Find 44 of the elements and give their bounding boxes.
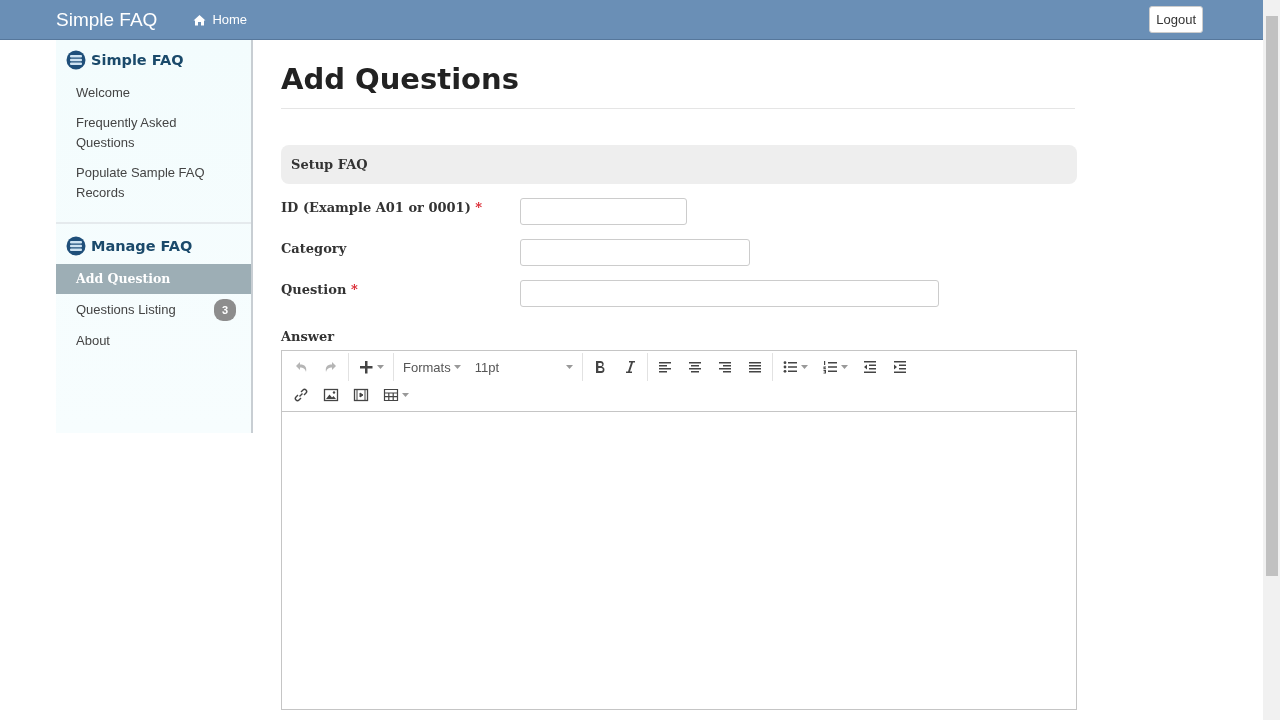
sidebar-item[interactable]: Questions Listing 3	[56, 294, 251, 326]
field-label: Category	[281, 240, 348, 258]
sidebar-item[interactable]: Welcome	[56, 78, 251, 108]
field-label: ID (Example A01 or 0001) *	[281, 199, 484, 217]
sidebar-item[interactable]: About	[56, 326, 251, 356]
home-icon	[193, 13, 207, 26]
logout-button[interactable]: Logout	[1149, 6, 1203, 33]
numbered-list-icon	[821, 359, 838, 375]
input-field[interactable]	[520, 239, 750, 266]
field-label: Answer	[281, 329, 336, 344]
scrollbar[interactable]	[1263, 0, 1280, 720]
item-label: Questions Listing	[76, 301, 176, 319]
section-heading: Manage FAQ	[91, 238, 193, 254]
caret-icon	[565, 365, 573, 369]
table-icon	[383, 387, 399, 403]
align-right-icon	[716, 359, 733, 375]
input-field[interactable]	[520, 280, 939, 307]
bullet-list-icon	[781, 359, 798, 375]
align-center-icon	[686, 359, 703, 375]
sidebar-item[interactable]: Frequently Asked Questions	[56, 108, 251, 158]
formats-dropdown[interactable]: Formats	[396, 353, 468, 381]
database-icon	[66, 236, 86, 256]
caret-icon	[453, 365, 461, 369]
field-label: Question *	[281, 281, 359, 299]
sidebar-item[interactable]: Populate Sample FAQ Records	[56, 158, 251, 208]
page-title: Add Questions	[281, 62, 1075, 109]
link-icon	[293, 387, 309, 403]
align-left-icon	[656, 359, 673, 375]
plus-icon	[358, 359, 374, 375]
caret-icon	[377, 365, 384, 369]
font-size-dropdown[interactable]: 11pt	[467, 353, 580, 381]
video-icon	[353, 387, 369, 403]
caret-icon	[402, 393, 409, 397]
database-icon	[66, 50, 86, 70]
outdent-icon	[861, 359, 878, 375]
panel-heading: Setup FAQ	[281, 145, 1077, 184]
caret-icon	[800, 365, 808, 369]
indent-icon	[891, 359, 908, 375]
count-badge: 3	[213, 299, 236, 321]
section-heading: Simple FAQ	[91, 52, 184, 68]
image-icon	[323, 387, 339, 403]
caret-icon	[840, 365, 848, 369]
input-field[interactable]	[520, 198, 687, 225]
justify-icon	[746, 359, 763, 375]
